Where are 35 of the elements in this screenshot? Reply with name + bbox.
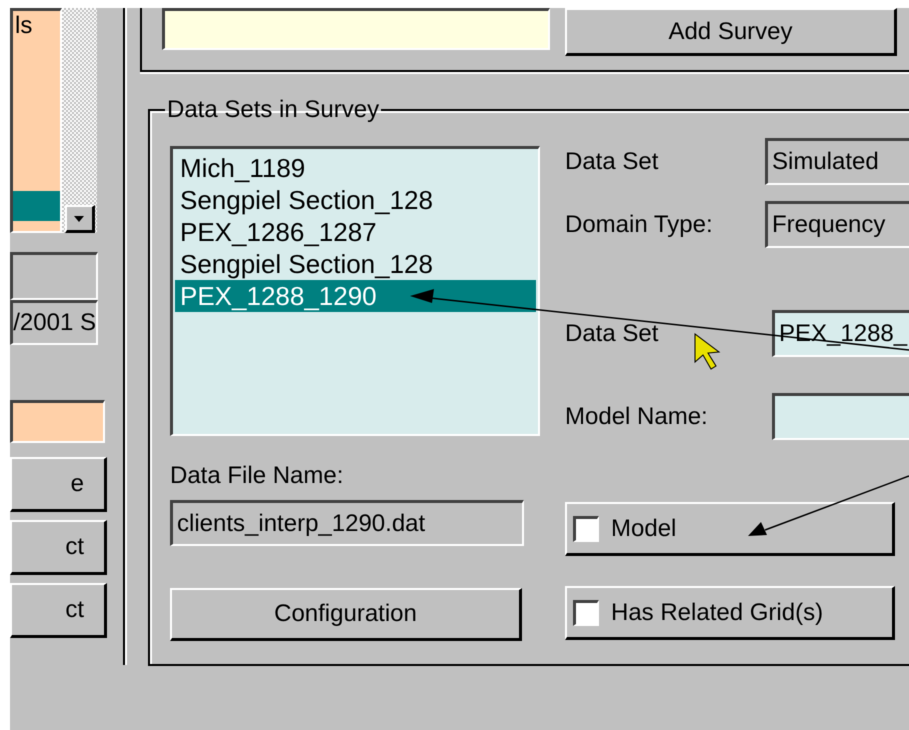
text-field[interactable] (162, 8, 550, 50)
checkbox-button[interactable]: Has Related Grid(s) (565, 586, 895, 640)
group-title: Data Sets in Survey (166, 96, 380, 124)
list-item[interactable]: Sengpiel Section_128 (175, 248, 536, 280)
field-label: Data Set (565, 148, 660, 176)
list-item[interactable]: PEX_1288_1290 (175, 280, 536, 312)
list-box[interactable]: ls (10, 8, 62, 233)
dialog-button[interactable]: e (10, 457, 107, 512)
data-file-field[interactable]: clients_interp_1290.dat (170, 500, 524, 546)
field-label: Domain Type: (565, 210, 714, 238)
scroll-bar[interactable] (62, 8, 97, 233)
list-item[interactable]: ls (13, 11, 60, 41)
list-item[interactable]: Sengpiel Section_128 (175, 184, 536, 216)
text-field[interactable] (10, 400, 105, 443)
checkbox[interactable] (573, 516, 599, 542)
dialog-button[interactable]: ct (10, 520, 107, 575)
data-set-name-field[interactable]: PEX_1288_ (772, 310, 909, 357)
field-label: Data File Name: (170, 462, 344, 490)
list-item[interactable]: Mich_1189 (175, 152, 536, 184)
down-arrow-icon (74, 216, 84, 222)
text-field[interactable] (10, 252, 98, 300)
domain-type-field[interactable]: Frequency (765, 201, 909, 248)
scroll-down-button[interactable] (64, 205, 94, 233)
list-item[interactable]: PEX_1286_1287 (175, 216, 536, 248)
checkbox[interactable] (573, 600, 599, 626)
configuration-button[interactable]: Configuration (170, 588, 522, 641)
date-field[interactable]: /2001 S (10, 300, 98, 345)
field-label: Model Name: (565, 402, 709, 430)
mouse-cursor-icon (694, 333, 720, 370)
add-survey-button[interactable]: Add Survey (565, 8, 897, 56)
dialog-button[interactable]: ct (10, 583, 107, 638)
field-label: Data Set (565, 320, 660, 348)
data-set-field[interactable]: Simulated (765, 138, 909, 185)
checkbox-button[interactable]: Model (565, 502, 895, 556)
data-set-list[interactable]: Mich_1189 Sengpiel Section_128 PEX_1286_1287 Sengpiel Section_128 PEX_1288_1290 (170, 146, 540, 436)
